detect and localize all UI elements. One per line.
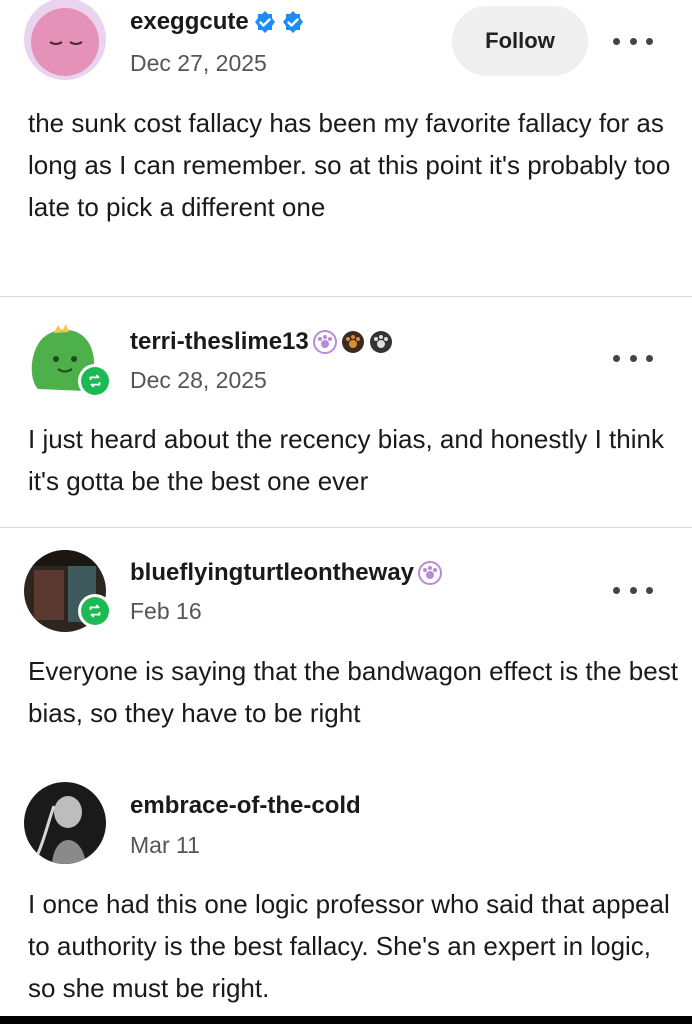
username[interactable]: exeggcute <box>130 8 249 36</box>
username-row: embrace-of-the-cold <box>130 792 361 820</box>
repost-icon <box>78 594 112 628</box>
username[interactable]: blueflyingturtleontheway <box>130 559 414 587</box>
username-row: terri-theslime13 <box>130 328 393 356</box>
more-options-icon[interactable] <box>613 33 653 49</box>
username[interactable]: embrace-of-the-cold <box>130 792 361 820</box>
follow-button[interactable]: Follow <box>452 6 588 76</box>
post-embrace-of-the-cold: embrace-of-the-cold Mar 11 I once had th… <box>0 768 692 1016</box>
post-terri-theslime13: terri-theslime13 Dec 28, 2025 I just hea… <box>0 297 692 527</box>
post-date[interactable]: Feb 16 <box>130 598 202 625</box>
paw-badge-icon <box>418 561 443 585</box>
avatar-exeggcute[interactable] <box>24 0 106 80</box>
more-options-icon[interactable] <box>613 582 653 598</box>
paw-badge-icon <box>341 330 365 354</box>
bottom-edge-bar <box>0 1016 692 1024</box>
avatar-embrace-of-the-cold[interactable] <box>24 782 106 864</box>
post-date[interactable]: Dec 27, 2025 <box>130 50 267 77</box>
username-row: exeggcute <box>130 8 305 36</box>
username-row: blueflyingturtleontheway <box>130 559 443 587</box>
exeggcute-avatar-image <box>24 0 106 80</box>
post-blueflyingturtleontheway: blueflyingturtleontheway Feb 16 Everyone… <box>0 528 692 768</box>
post-body: I once had this one logic professor who … <box>28 889 670 1003</box>
post-body: the sunk cost fallacy has been my favori… <box>28 108 671 222</box>
embrace-avatar-image <box>24 782 106 864</box>
post-exeggcute: exeggcute Dec 27, 2025 Follow the sunk c… <box>0 0 692 296</box>
repost-icon <box>78 364 112 398</box>
post-body: Everyone is saying that the bandwagon ef… <box>28 656 678 728</box>
paw-badge-icon <box>312 330 337 354</box>
verified-badge-icon <box>253 10 277 34</box>
post-date[interactable]: Dec 28, 2025 <box>130 367 267 394</box>
post-body: I just heard about the recency bias, and… <box>28 424 664 496</box>
paw-badge-icon <box>369 330 393 354</box>
verified-badge-icon <box>281 10 305 34</box>
username[interactable]: terri-theslime13 <box>130 328 309 356</box>
more-options-icon[interactable] <box>613 350 653 366</box>
post-date[interactable]: Mar 11 <box>130 832 200 859</box>
